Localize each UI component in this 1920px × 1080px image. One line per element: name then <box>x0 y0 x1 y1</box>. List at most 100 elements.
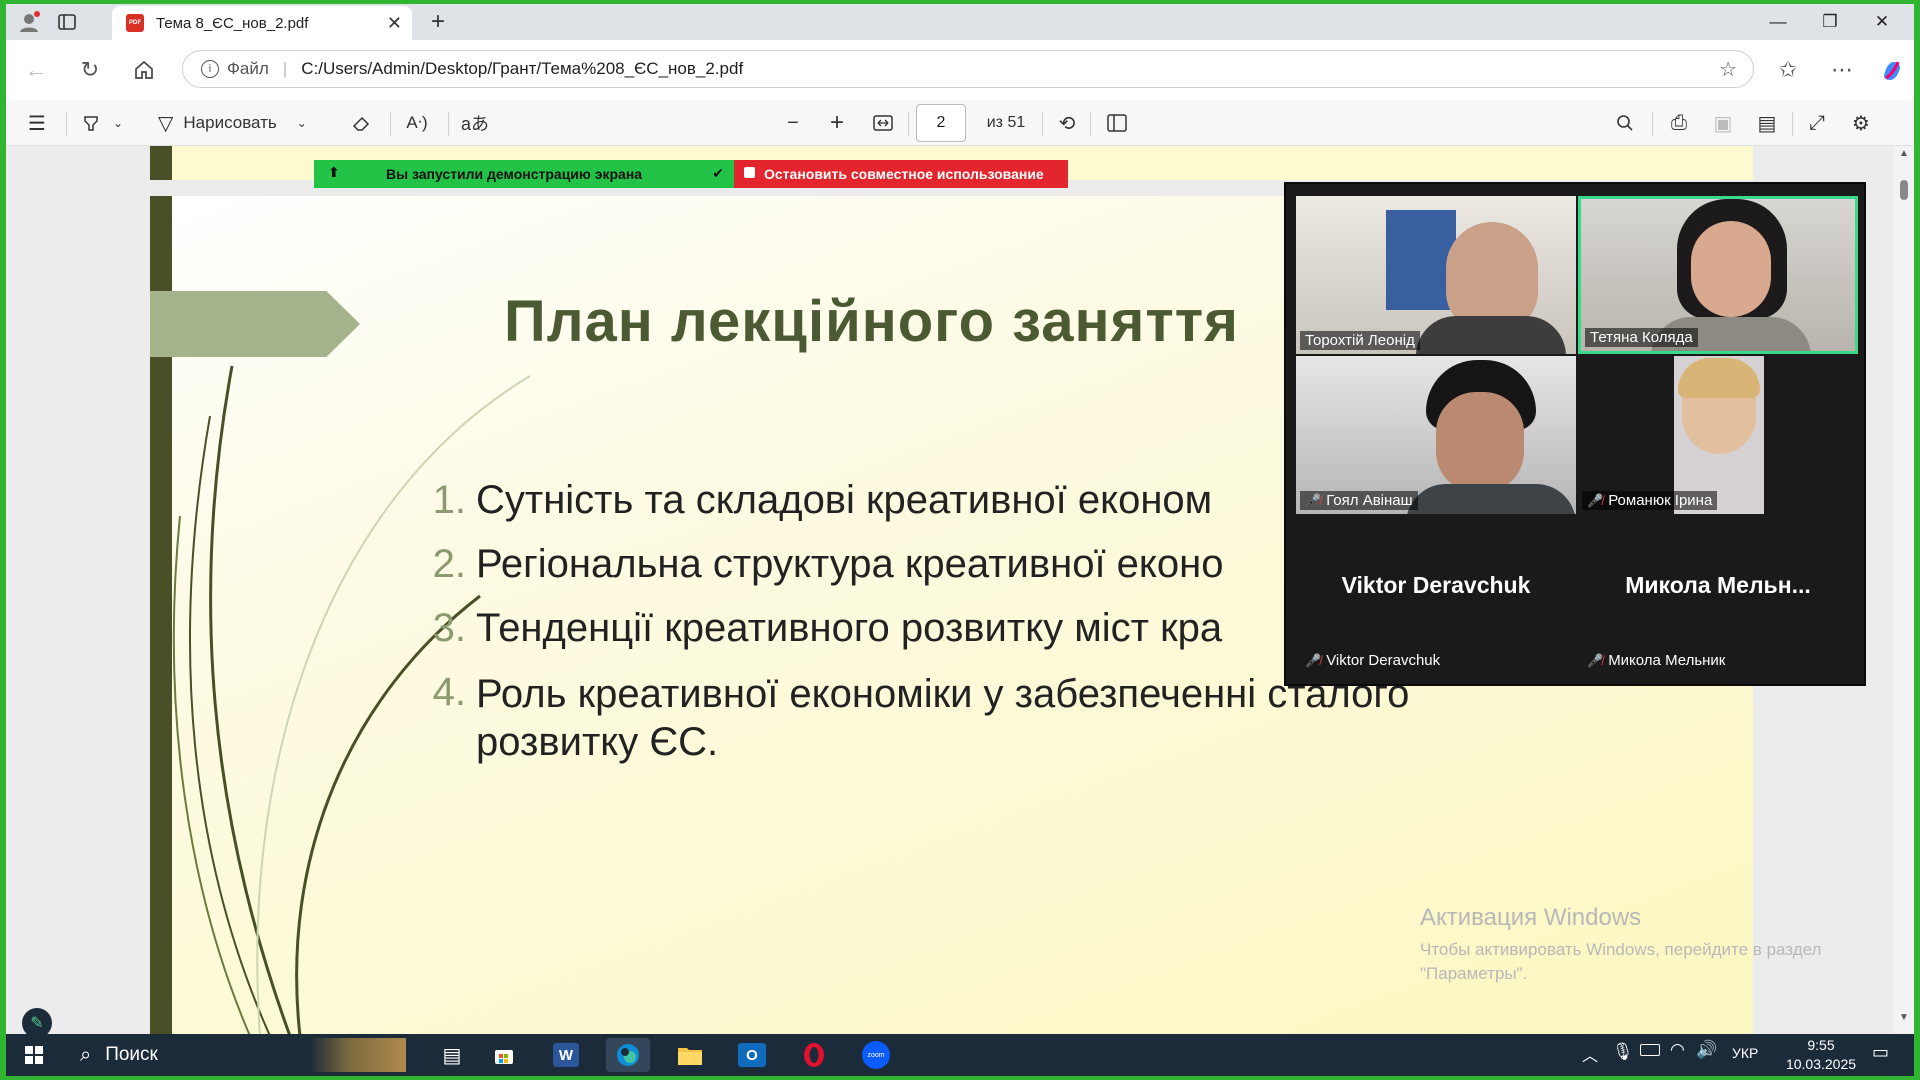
home-icon[interactable] <box>128 54 160 86</box>
save-as-icon[interactable]: ▤ <box>1752 108 1782 138</box>
input-language[interactable]: УКР <box>1732 1045 1758 1061</box>
pdf-viewer: План лекційного заняття 1. Сутність та с… <box>6 146 1914 1034</box>
save-icon[interactable]: ▣ <box>1708 108 1738 138</box>
scroll-down-icon[interactable]: ▼ <box>1899 1012 1909 1023</box>
volume-icon[interactable]: 🔊 <box>1696 1040 1717 1060</box>
profile-icon[interactable] <box>14 8 44 36</box>
zoom-gallery-panel[interactable]: Торохтій Леонід Тетяна Коляда 🎤̸ Гоял Аві… <box>1284 182 1866 686</box>
search-label: Поиск <box>105 1044 158 1065</box>
fullscreen-icon[interactable]: ⤢ <box>1802 108 1832 138</box>
start-windows-icon[interactable] <box>12 1038 56 1072</box>
file-explorer-icon[interactable] <box>668 1038 712 1072</box>
info-icon[interactable]: i <box>201 60 219 78</box>
clock-time: 9:55 <box>1807 1037 1835 1053</box>
print-icon[interactable]: ⎙ <box>1664 108 1694 138</box>
translate-icon[interactable]: aあ <box>460 108 490 138</box>
agenda-item: 3. Тенденції креативного розвитку міст к… <box>430 606 1222 651</box>
scroll-up-icon[interactable]: ▲ <box>1899 148 1909 159</box>
read-aloud-icon[interactable]: Aᐧ) <box>402 108 432 138</box>
search-highlight-image <box>310 1038 406 1072</box>
participant-shirt <box>1406 484 1576 514</box>
stop-square-icon <box>744 167 755 178</box>
page-total: из 51 <box>986 114 1026 131</box>
address-divider: | <box>282 59 288 78</box>
outlook-icon[interactable]: O <box>730 1038 774 1072</box>
vertical-scrollbar[interactable]: ▲ ▼ <box>1894 146 1914 1034</box>
participant-tile-active-speaker[interactable]: Тетяна Коляда <box>1578 196 1858 354</box>
battery-icon[interactable] <box>1640 1044 1660 1056</box>
toolbar-divider <box>390 112 391 136</box>
highlight-icon[interactable] <box>76 108 106 138</box>
draw-label: Нарисовать <box>183 113 277 132</box>
participant-display-name: Viktor Deravchuk <box>1341 572 1531 598</box>
notifications-icon[interactable]: ▭ <box>1872 1042 1889 1063</box>
participant-hair <box>1678 358 1760 398</box>
back-icon[interactable]: ← <box>20 54 52 86</box>
address-bar[interactable]: i Файл | C:/Users/Admin/Desktop/Грант/Те… <box>182 50 1754 88</box>
wifi-icon[interactable]: ◠ <box>1670 1040 1685 1060</box>
participant-tile[interactable]: Viktor Deravchuk 🎤̸ Viktor Deravchuk <box>1296 516 1576 674</box>
zoom-out-icon[interactable]: − <box>778 108 808 138</box>
participant-name: 🎤̸ Микола Мельник <box>1587 652 1726 669</box>
minimize-button[interactable]: — <box>1760 8 1796 36</box>
address-text[interactable]: C:/Users/Admin/Desktop/Грант/Тема%208_ЄС… <box>301 59 743 79</box>
activation-watermark-line2: "Параметры". <box>1420 964 1528 983</box>
more-menu-icon[interactable]: ⋯ <box>1826 54 1858 86</box>
participant-name: Тетяна Коляда <box>1585 328 1698 347</box>
highlight-dropdown-icon[interactable]: ⌄ <box>110 108 126 138</box>
navigation-bar: ← ↻ i Файл | C:/Users/Admin/Desktop/Гран… <box>6 40 1914 100</box>
tab-actions-icon[interactable] <box>52 8 82 36</box>
favorite-star-icon[interactable]: ☆ <box>1719 57 1737 82</box>
activation-watermark-line1: Чтобы активировать Windows, перейдите в … <box>1420 940 1822 959</box>
zoom-app-icon[interactable]: zoom <box>854 1038 898 1072</box>
agenda-item-text-wrap: Роль креативної економіки у забезпеченні… <box>476 670 1409 766</box>
muted-mic-icon: 🎤̸ <box>1587 652 1604 668</box>
favorites-icon[interactable]: ✩ <box>1772 54 1804 86</box>
page-number-input[interactable]: 2 <box>916 104 966 142</box>
rotate-icon[interactable]: ⟲ <box>1052 108 1082 138</box>
muted-mic-icon: 🎤̸ <box>1305 652 1322 668</box>
clock[interactable]: 9:55 10.03.2025 <box>1776 1036 1866 1074</box>
contents-list-icon[interactable]: ☰ <box>22 108 52 138</box>
refresh-icon[interactable]: ↻ <box>74 54 106 86</box>
participant-tile[interactable]: Торохтій Леонід <box>1296 196 1576 354</box>
new-tab-button[interactable]: + <box>422 8 454 36</box>
page-view-icon[interactable] <box>1102 108 1132 138</box>
agenda-item-number: 1. <box>432 478 466 522</box>
shield-check-icon: ✔ <box>712 165 724 181</box>
word-icon[interactable]: W <box>544 1038 588 1072</box>
search-icon[interactable] <box>1610 108 1640 138</box>
zoom-in-icon[interactable]: + <box>822 108 852 138</box>
participant-tile[interactable]: Микола Мельн... 🎤̸ Микола Мельник <box>1578 516 1858 674</box>
task-view-icon[interactable]: ▤ <box>430 1038 474 1072</box>
opera-icon[interactable] <box>792 1038 836 1072</box>
muted-mic-icon: 🎤̸ <box>1587 492 1604 508</box>
participant-video <box>1436 392 1524 492</box>
edge-icon[interactable] <box>606 1038 650 1072</box>
close-window-button[interactable]: ✕ <box>1864 8 1900 36</box>
agenda-item-number: 3. <box>432 606 466 650</box>
fit-page-icon[interactable] <box>868 108 898 138</box>
participant-tile[interactable]: 🎤̸ Гоял Авінаш <box>1296 356 1576 514</box>
show-hidden-icons-icon[interactable]: ︿ <box>1582 1042 1598 1066</box>
activation-watermark-text: Чтобы активировать Windows, перейдите в … <box>1420 938 1821 986</box>
tab-pdf[interactable]: PDF Тема 8_ЄС_нов_2.pdf ✕ <box>112 6 412 40</box>
stop-sharing-button[interactable]: Остановить совместное использование <box>734 160 1068 188</box>
close-tab-icon[interactable]: ✕ <box>387 13 402 34</box>
settings-gear-icon[interactable]: ⚙ <box>1846 108 1876 138</box>
maximize-button[interactable]: ❐ <box>1812 8 1848 36</box>
taskbar-search[interactable]: ⌕ Поиск <box>70 1038 410 1072</box>
toolbar-divider <box>66 112 67 136</box>
clock-date: 10.03.2025 <box>1785 1056 1857 1072</box>
agenda-item-number: 4. <box>432 670 466 714</box>
microphone-icon[interactable]: 🎙 <box>1612 1042 1634 1062</box>
copilot-icon[interactable] <box>1876 54 1908 86</box>
agenda-item: 2. Регіональна структура креативної екон… <box>430 542 1224 587</box>
participant-tile[interactable]: 🎤̸ Романюк Ірина <box>1578 356 1858 514</box>
participant-name: Торохтій Леонід <box>1300 331 1420 350</box>
store-icon[interactable] <box>482 1038 526 1072</box>
eraser-icon[interactable] <box>346 108 376 138</box>
draw-button[interactable]: ▽ Нарисовать ⌄ <box>158 108 358 138</box>
scrollbar-thumb[interactable] <box>1900 180 1908 200</box>
pen-workspace-icon[interactable]: ✎ <box>22 1008 52 1038</box>
